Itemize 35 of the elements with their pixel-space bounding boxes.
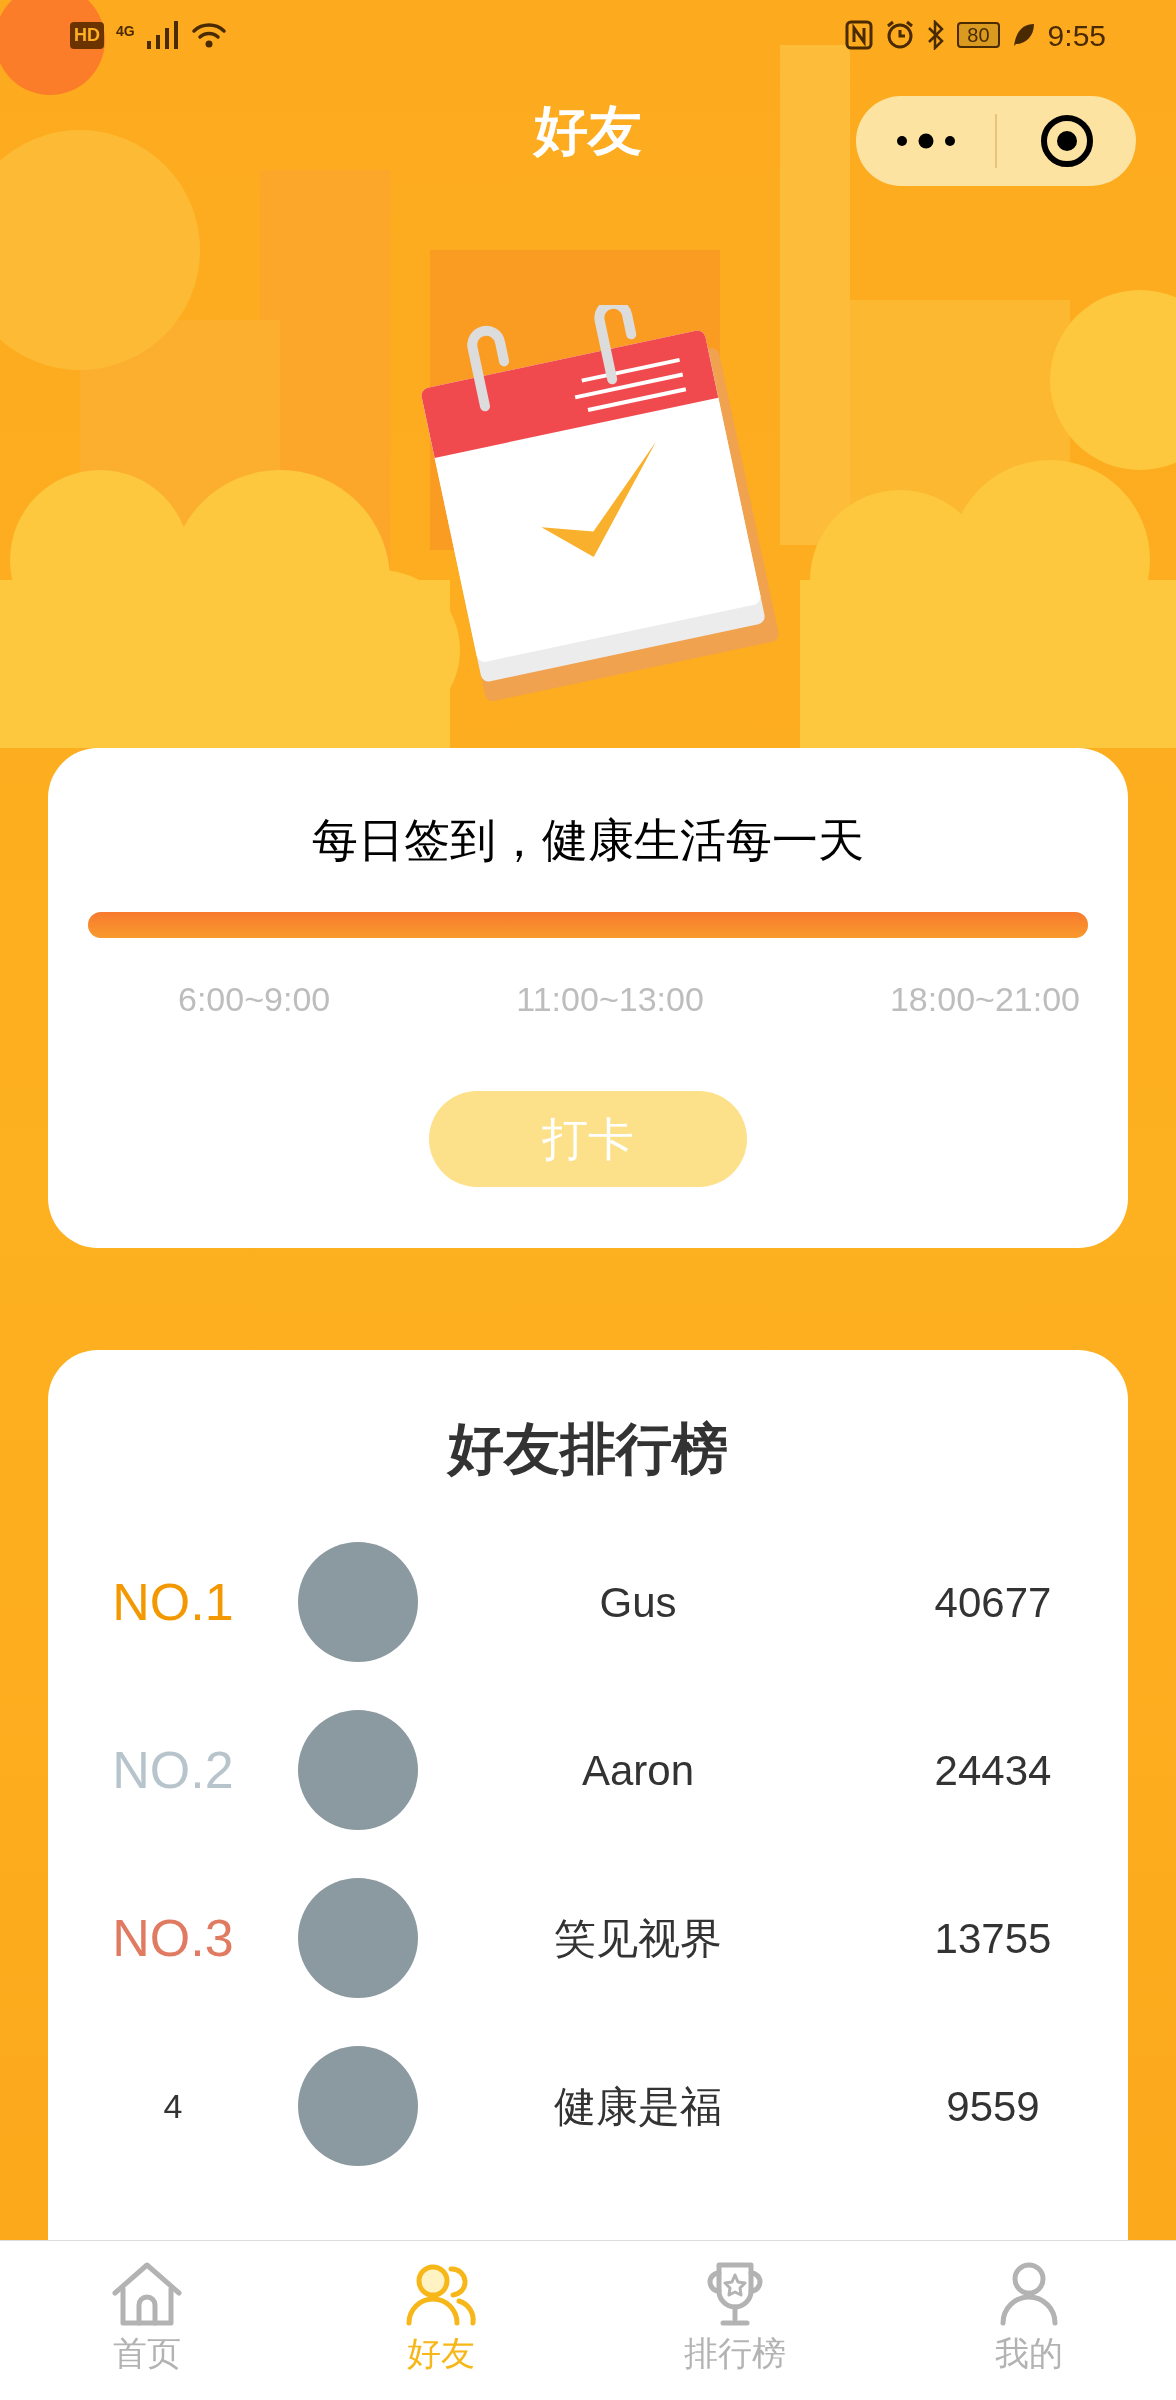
tab-item[interactable]: 排行榜 — [588, 2241, 882, 2400]
friend-name: 笑见视界 — [553, 1913, 723, 1964]
network-label: 4G — [116, 22, 135, 41]
step-count: 40677 — [933, 1577, 1053, 1628]
alarm-icon — [885, 20, 916, 50]
tab-item[interactable]: 首页 — [0, 2241, 294, 2400]
rank-label: 4 — [162, 2085, 184, 2127]
more-icon — [895, 133, 956, 149]
nfc-icon — [845, 20, 874, 50]
home-icon — [111, 2261, 183, 2327]
rank-label: NO.2 — [111, 1740, 235, 1801]
rank-label: NO.1 — [111, 1572, 235, 1633]
checkin-title: 每日签到，健康生活每一天 — [311, 813, 865, 868]
tab-item[interactable]: 好友 — [294, 2241, 588, 2400]
step-count: 9559 — [945, 2081, 1041, 2132]
time-slot: 11:00~13:00 — [516, 974, 704, 1025]
ranking-title: 好友排行榜 — [446, 1416, 729, 1482]
hd-label: HD — [70, 21, 104, 49]
tab-item[interactable]: 我的 — [882, 2241, 1176, 2400]
leaf-icon — [1011, 22, 1036, 48]
step-count: 13755 — [933, 1913, 1053, 1964]
friend-name: Aaron — [580, 1745, 696, 1796]
friend-name: Gus — [598, 1577, 678, 1628]
time-slot: 6:00~9:00 — [178, 974, 331, 1025]
bluetooth-icon — [927, 20, 946, 50]
wifi-icon — [190, 21, 227, 49]
time-slot: 18:00~21:00 — [889, 974, 1080, 1025]
target-icon — [1039, 114, 1094, 168]
rank-label: NO.3 — [111, 1908, 235, 1969]
clock-time: 9:55 — [1047, 17, 1106, 54]
battery-indicator: 80 — [957, 22, 1000, 48]
page-title: 好友 — [534, 98, 642, 162]
friend-name: 健康是福 — [553, 2081, 723, 2132]
signal-icon — [146, 21, 179, 49]
step-count: 24434 — [933, 1745, 1053, 1796]
